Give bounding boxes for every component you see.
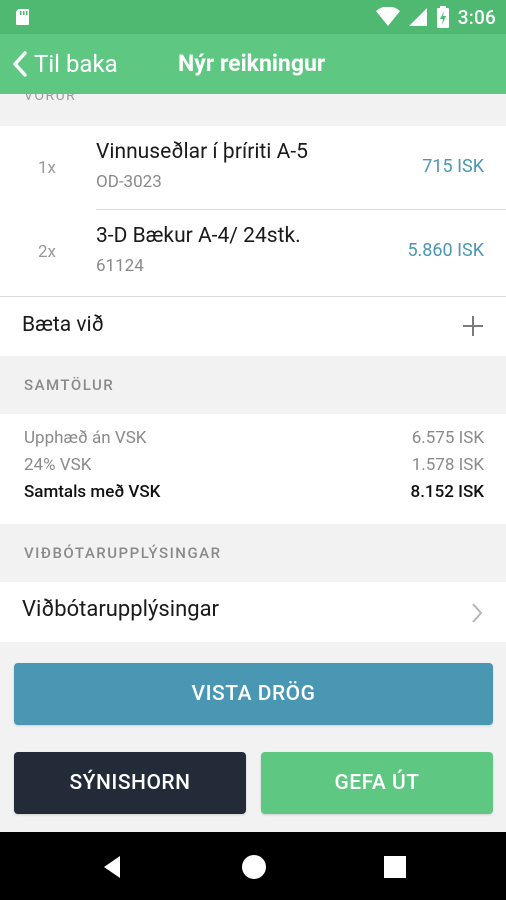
battery-icon: [436, 6, 449, 28]
total-value: 8.152 ISK: [410, 482, 484, 502]
product-quantity: 1x: [38, 158, 56, 178]
signal-icon: [408, 8, 427, 26]
back-button[interactable]: Til baka: [10, 34, 118, 94]
product-price: 5.860 ISK: [407, 240, 484, 261]
total-row: Samtals með VSK 8.152 ISK: [24, 482, 484, 506]
system-nav-bar: [0, 832, 506, 900]
status-bar: 3:06: [0, 0, 506, 34]
invoice-form: VÖRUR 1x Vinnuseðlar í þríriti A-5 OD-30…: [0, 94, 506, 832]
page-title: Nýr reikningur: [178, 50, 326, 77]
chevron-left-icon: [13, 51, 27, 77]
back-triangle-icon[interactable]: [100, 854, 126, 880]
wifi-icon: [375, 7, 400, 26]
add-product-button[interactable]: Bæta við: [0, 296, 506, 356]
subtotal-row: Upphæð án VSK 6.575 ISK: [24, 428, 484, 452]
subtotal-value: 6.575 ISK: [411, 428, 484, 448]
home-circle-icon[interactable]: [241, 854, 267, 880]
vat-label: 24% VSK: [24, 455, 92, 475]
additional-info-row[interactable]: Viðbótarupplýsingar: [0, 582, 506, 642]
back-label: Til baka: [34, 50, 118, 78]
subtotal-label: Upphæð án VSK: [24, 428, 147, 448]
recents-square-icon[interactable]: [382, 854, 408, 880]
plus-icon: [463, 316, 483, 336]
product-list: 1x Vinnuseðlar í þríriti A-5 OD-3023 715…: [0, 126, 506, 296]
preview-button[interactable]: SÝNISHORN: [14, 752, 246, 814]
product-name: 3-D Bækur A-4/ 24stk.: [96, 224, 301, 248]
product-code: 61124: [96, 256, 144, 276]
clock: 3:06: [457, 5, 496, 29]
product-quantity: 2x: [38, 242, 56, 262]
issue-invoice-button[interactable]: GEFA ÚT: [261, 752, 493, 814]
product-price: 715 ISK: [422, 156, 484, 177]
additional-info-label: Viðbótarupplýsingar: [22, 597, 220, 622]
product-item[interactable]: 1x Vinnuseðlar í þríriti A-5 OD-3023 715…: [0, 126, 506, 210]
product-name: Vinnuseðlar í þríriti A-5: [96, 140, 308, 164]
totals-section-header: SAMTÖLUR: [24, 376, 115, 394]
product-item[interactable]: 2x 3-D Bækur A-4/ 24stk. 61124 5.860 ISK: [0, 210, 506, 294]
products-section-header: VÖRUR: [24, 94, 77, 104]
app-bar: Til baka Nýr reikningur: [0, 34, 506, 94]
chevron-right-icon: [472, 603, 483, 623]
vat-value: 1.578 ISK: [411, 455, 484, 475]
add-product-label: Bæta við: [22, 313, 104, 337]
additional-section-header: VIÐBÓTARUPPLÝSINGAR: [24, 544, 222, 562]
product-code: OD-3023: [96, 172, 162, 192]
sd-card-icon: [16, 9, 29, 25]
save-draft-button[interactable]: VISTA DRÖG: [14, 663, 493, 725]
vat-row: 24% VSK 1.578 ISK: [24, 455, 484, 479]
total-label: Samtals með VSK: [24, 482, 161, 502]
totals-card: Upphæð án VSK 6.575 ISK 24% VSK 1.578 IS…: [0, 414, 506, 524]
